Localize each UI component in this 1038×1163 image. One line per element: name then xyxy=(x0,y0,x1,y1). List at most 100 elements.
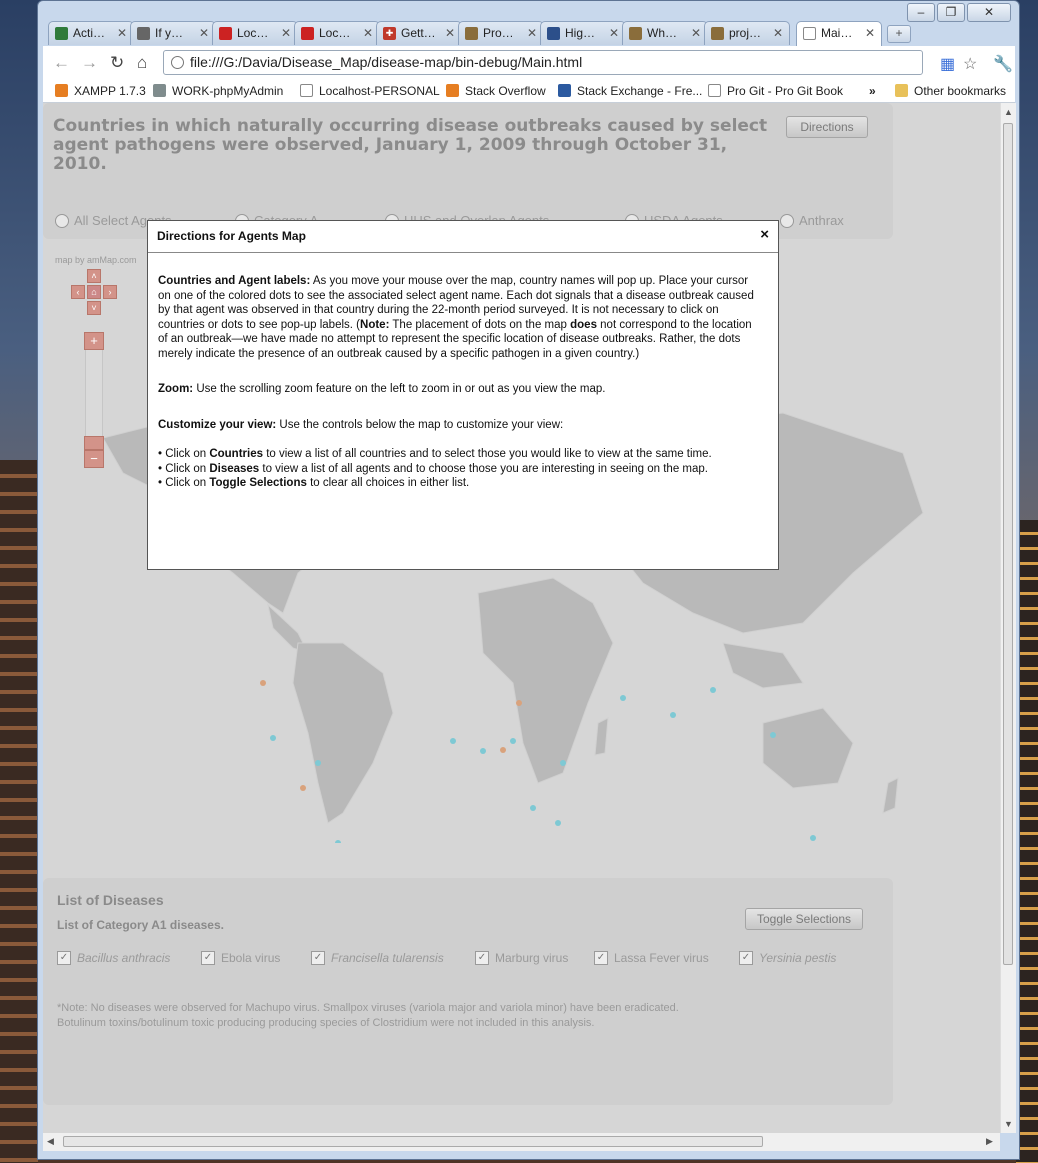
tab-close-icon[interactable]: ✕ xyxy=(609,22,619,44)
home-icon[interactable]: ⌂ xyxy=(87,285,101,299)
new-tab-button[interactable]: + xyxy=(887,25,911,43)
tab-favicon-icon xyxy=(803,27,816,40)
bookmark-item[interactable]: Stack Overflow xyxy=(446,82,546,100)
outbreak-dot xyxy=(260,680,266,686)
zoom-slider-thumb[interactable] xyxy=(84,436,104,450)
checkbox-label: Francisella tularensis xyxy=(331,951,444,965)
zoom-out-icon[interactable]: − xyxy=(84,450,104,468)
dialog-close-icon[interactable]: × xyxy=(760,226,769,244)
madagascar-shape xyxy=(594,717,609,756)
outbreak-dot xyxy=(300,785,306,791)
scroll-up-icon[interactable]: ▲ xyxy=(1004,107,1013,117)
radio-circle xyxy=(55,213,69,228)
minimize-button[interactable]: – xyxy=(907,3,935,22)
tab-2[interactable]: Loc… ✕ xyxy=(212,21,298,45)
horizontal-scrollbar[interactable]: ◀ ▶ xyxy=(43,1133,1000,1151)
tab-4[interactable]: ✚ Gett… ✕ xyxy=(376,21,462,45)
bookmark-label: Stack Overflow xyxy=(465,84,546,98)
radio-anthrax[interactable]: Anthrax xyxy=(780,213,844,228)
checkbox-check-icon: ✓ xyxy=(57,951,71,965)
maximize-button[interactable]: ❐ xyxy=(937,3,965,22)
tab-1[interactable]: If y… ✕ xyxy=(130,21,216,45)
tab-close-icon[interactable]: ✕ xyxy=(117,22,127,44)
address-bar[interactable]: file:///G:/Davia/Disease_Map/disease-map… xyxy=(163,50,923,75)
bookmark-label: Other bookmarks xyxy=(914,84,1007,98)
checkbox-ebola-virus[interactable]: ✓ Ebola virus xyxy=(201,951,280,965)
bookmark-item[interactable]: Stack Exchange - Fre... xyxy=(558,82,702,100)
checkbox-francisella-tularensis[interactable]: ✓ Francisella tularensis xyxy=(311,951,444,965)
radio-label: Anthrax xyxy=(799,213,844,228)
tab-8[interactable]: proj… ✕ xyxy=(704,21,790,45)
toggle-selections-button[interactable]: Toggle Selections xyxy=(745,908,863,930)
vertical-scroll-thumb[interactable] xyxy=(1003,123,1013,965)
scroll-right-icon[interactable]: ▶ xyxy=(986,1136,993,1147)
other-bookmarks[interactable]: Other bookmarks xyxy=(895,82,1006,100)
checkbox-label: Yersinia pestis xyxy=(759,951,837,965)
tab-close-icon[interactable]: ✕ xyxy=(363,22,373,44)
checkbox-bacillus-anthracis[interactable]: ✓ Bacillus anthracis xyxy=(57,951,170,965)
forward-icon[interactable]: → xyxy=(81,53,98,73)
map-credit: map by amMap.com xyxy=(55,255,137,265)
horizontal-scroll-thumb[interactable] xyxy=(63,1136,763,1147)
outbreak-dot xyxy=(510,738,516,744)
bookmark-star-icon[interactable]: ☆ xyxy=(963,54,977,74)
tab-0[interactable]: Acti… ✕ xyxy=(48,21,134,45)
bullet-text: to view a list of all countries and to s… xyxy=(263,448,712,460)
bullet-keyword: Countries xyxy=(209,448,263,460)
page-icon xyxy=(708,84,721,97)
tab-3[interactable]: Loc… ✕ xyxy=(294,21,380,45)
directions-button[interactable]: Directions xyxy=(786,116,868,138)
dialog-header: Directions for Agents Map × xyxy=(148,221,778,253)
bookmark-item[interactable]: WORK-phpMyAdmin xyxy=(153,82,283,100)
checkbox-label: Ebola virus xyxy=(221,951,281,965)
tab-close-icon[interactable]: ✕ xyxy=(445,22,455,44)
bookmark-item[interactable]: XAMPP 1.7.3 xyxy=(55,82,146,100)
bullet-item: • Click on Diseases to view a list of al… xyxy=(158,462,756,477)
tab-7[interactable]: Wh… ✕ xyxy=(622,21,708,45)
diseases-title: List of Diseases xyxy=(57,892,164,908)
xampp-icon xyxy=(55,84,68,97)
bookmark-item[interactable]: Localhost-PERSONAL xyxy=(300,82,440,100)
checkbox-marburg-virus[interactable]: ✓ Marburg virus xyxy=(475,951,568,965)
browser-toolbar: ← → ↻ ⌂ file:///G:/Davia/Disease_Map/dis… xyxy=(43,46,1015,80)
directions-paragraph-customize: Customize your view: Use the controls be… xyxy=(158,418,756,433)
pan-up-icon[interactable]: ˄ xyxy=(87,269,101,283)
bookmarks-overflow-button[interactable]: » xyxy=(869,82,876,100)
tab-strip: Acti… ✕ If y… ✕ Loc… ✕ Loc… ✕ ✚ Gett… ✕ Pro… ✕ … xyxy=(48,21,1008,46)
tab-close-icon[interactable]: ✕ xyxy=(281,22,291,44)
tab-6[interactable]: Hig… ✕ xyxy=(540,21,626,45)
page-icon xyxy=(171,56,184,69)
zoom-in-icon[interactable]: + xyxy=(84,332,104,350)
back-icon[interactable]: ← xyxy=(53,53,70,73)
home-icon[interactable]: ⌂ xyxy=(137,53,147,73)
extension-icon[interactable]: ▦ xyxy=(940,54,955,74)
tab-label: Gett… xyxy=(401,26,436,40)
tab-9-active[interactable]: Mai… ✕ xyxy=(796,21,882,46)
tab-close-icon[interactable]: ✕ xyxy=(773,22,783,44)
stack-exchange-icon xyxy=(558,84,571,97)
bookmark-item[interactable]: Pro Git - Pro Git Book xyxy=(708,82,843,100)
pan-right-icon[interactable]: › xyxy=(103,285,117,299)
checkbox-yersinia-pestis[interactable]: ✓ Yersinia pestis xyxy=(739,951,836,965)
reload-icon[interactable]: ↻ xyxy=(110,53,124,73)
stack-overflow-icon xyxy=(446,84,459,97)
scroll-left-icon[interactable]: ◀ xyxy=(47,1136,54,1147)
outbreak-dot xyxy=(270,735,276,741)
radio-circle xyxy=(780,213,794,228)
tab-close-icon[interactable]: ✕ xyxy=(199,22,209,44)
tab-close-icon[interactable]: ✕ xyxy=(527,22,537,44)
outbreak-dot xyxy=(450,738,456,744)
wrench-icon[interactable]: 🔧 xyxy=(993,54,1013,74)
vertical-scrollbar[interactable]: ▲ ▼ xyxy=(1000,103,1016,1133)
tab-close-icon[interactable]: ✕ xyxy=(865,22,875,44)
pan-left-icon[interactable]: ‹ xyxy=(71,285,85,299)
pan-down-icon[interactable]: ˅ xyxy=(87,301,101,315)
tab-label: Loc… xyxy=(319,26,351,40)
checkbox-check-icon: ✓ xyxy=(739,951,753,965)
close-window-button[interactable]: ✕ xyxy=(967,3,1011,22)
tab-5[interactable]: Pro… ✕ xyxy=(458,21,544,45)
page-icon xyxy=(300,84,313,97)
scroll-down-icon[interactable]: ▼ xyxy=(1004,1119,1013,1129)
checkbox-lassa-fever-virus[interactable]: ✓ Lassa Fever virus xyxy=(594,951,709,965)
tab-close-icon[interactable]: ✕ xyxy=(691,22,701,44)
